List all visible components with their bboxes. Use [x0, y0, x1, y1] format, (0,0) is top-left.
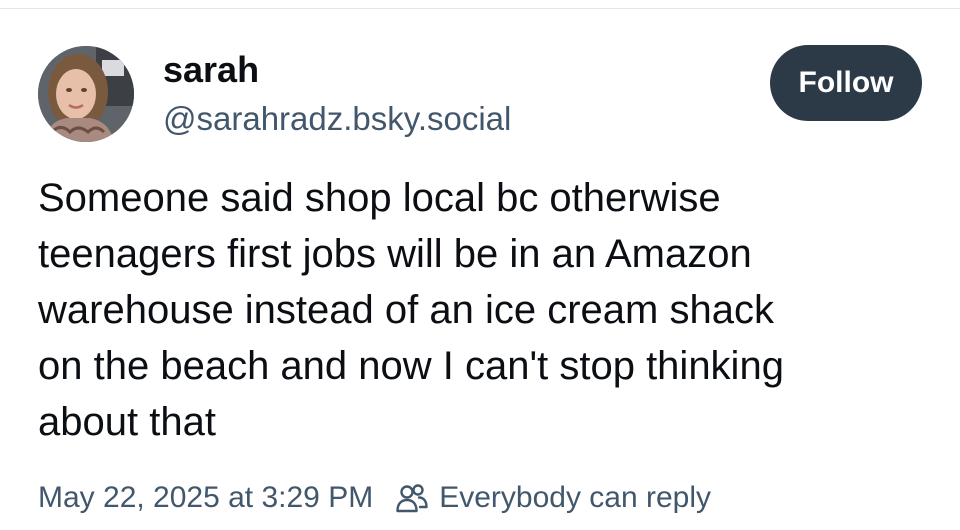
reply-setting-label: Everybody can reply: [439, 481, 712, 514]
avatar[interactable]: [38, 46, 134, 142]
post-text-line: Someone said shop local bc otherwise: [38, 176, 721, 220]
reply-setting[interactable]: Everybody can reply: [373, 481, 711, 515]
people-icon: [395, 481, 429, 515]
post-meta: May 22, 2025 at 3:29 PM Everybody can re…: [38, 478, 711, 518]
author-handle[interactable]: @sarahradz.bsky.social: [163, 100, 511, 138]
post-text-line: on the beach and now I can't stop thinki…: [38, 344, 784, 388]
post-text-line: about that: [38, 400, 216, 444]
post-text: Someone said shop local bc otherwise tee…: [38, 170, 918, 450]
top-divider: [0, 8, 960, 9]
post-text-line: warehouse instead of an ice cream shack: [38, 288, 774, 332]
follow-button[interactable]: Follow: [770, 45, 922, 121]
display-name[interactable]: sarah: [163, 50, 259, 90]
post-text-line: teenagers first jobs will be in an Amazo…: [38, 232, 752, 276]
post-timestamp[interactable]: May 22, 2025 at 3:29 PM: [38, 481, 373, 515]
